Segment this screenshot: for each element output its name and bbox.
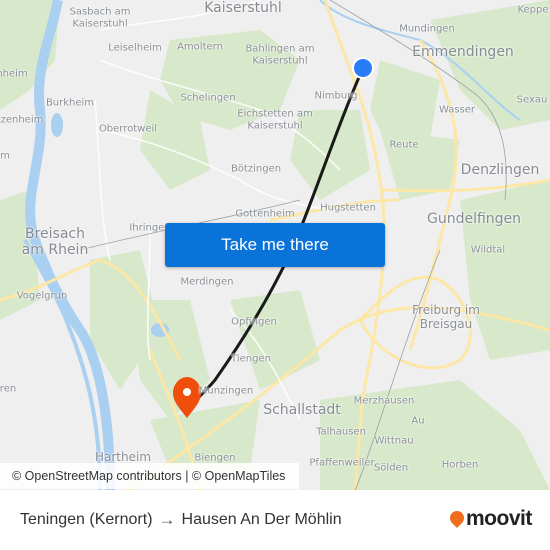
place-label: Merzhausen xyxy=(353,395,415,407)
place-label: Kaiserstuhl xyxy=(204,0,282,16)
map-view[interactable]: Kaiserstuhl Sasbach am Kaiserstuhl Leiselh… xyxy=(0,0,550,490)
place-label: ren xyxy=(0,383,17,395)
place-label: Freiburg im Breisgau xyxy=(412,303,480,331)
attribution-separator: | xyxy=(181,469,192,483)
moovit-logo: moovit xyxy=(447,507,532,531)
origin-name: Teningen (Kernort) xyxy=(20,511,153,528)
place-label: Gottenheim xyxy=(235,208,295,220)
place-label: Oberrotweil xyxy=(98,123,158,135)
origin-marker[interactable] xyxy=(352,57,374,79)
place-label: Au xyxy=(411,415,425,427)
place-label: Emmendingen xyxy=(412,43,514,60)
take-me-there-button[interactable]: Take me there xyxy=(165,223,385,267)
place-label: Sexau xyxy=(516,94,548,106)
place-label: Sasbach am Kaiserstuhl xyxy=(69,6,131,30)
route-summary: Teningen (Kernort) → Hausen An Der Möhli… xyxy=(20,490,342,550)
place-label: Mundingen xyxy=(399,23,455,35)
destination-name: Hausen An Der Möhlin xyxy=(181,511,342,528)
place-label: Wasser xyxy=(438,104,476,116)
place-label: m xyxy=(0,150,10,162)
arrow-right-icon: → xyxy=(158,510,176,529)
place-label: Bötzingen xyxy=(230,163,282,175)
place-label: Nimburg xyxy=(314,90,358,102)
place-label: Leiselheim xyxy=(108,42,162,54)
place-label: Talhausen xyxy=(316,426,366,438)
place-label: Munzingen xyxy=(198,385,254,397)
footer-bar: Teningen (Kernort) → Hausen An Der Möhli… xyxy=(0,490,550,550)
place-label: Merdingen xyxy=(180,276,234,288)
place-label: Denzlingen xyxy=(460,161,540,178)
place-label: Reute xyxy=(389,139,419,151)
map-attribution: © OpenStreetMap contributors | © OpenMap… xyxy=(0,463,299,489)
place-label: Sölden xyxy=(373,462,409,474)
openmaptiles-link[interactable]: © OpenMapTiles xyxy=(192,469,286,483)
place-label: Bahlingen am Kaiserstuhl xyxy=(245,43,315,67)
brand-name: moovit xyxy=(466,507,532,530)
place-label: tzenheim xyxy=(0,114,44,126)
place-label: Wittnau xyxy=(374,435,414,447)
place-label: Hugstetten xyxy=(320,202,376,214)
place-label: Eichstetten am Kaiserstuhl xyxy=(237,108,313,132)
place-label: nheim xyxy=(0,68,28,80)
openstreetmap-link[interactable]: © OpenStreetMap contributors xyxy=(12,469,182,483)
place-label: Tiengen xyxy=(231,353,271,365)
place-label: Gundelfingen xyxy=(426,210,522,227)
place-label: Wildtal xyxy=(470,244,506,256)
place-label: Keppe xyxy=(517,4,549,16)
moovit-pin-icon xyxy=(447,508,467,528)
place-label: Amoltern xyxy=(177,41,223,53)
place-label: Horben xyxy=(441,459,479,471)
place-label: Schelingen xyxy=(180,92,236,104)
place-label: Pfaffenweiler xyxy=(309,457,375,469)
place-label: Breisach am Rhein xyxy=(21,225,89,258)
place-label: Vogelgrun xyxy=(16,290,68,302)
place-label: Schallstadt xyxy=(263,401,341,418)
place-label: Opfingen xyxy=(231,316,277,328)
place-label: Burkheim xyxy=(45,97,95,109)
